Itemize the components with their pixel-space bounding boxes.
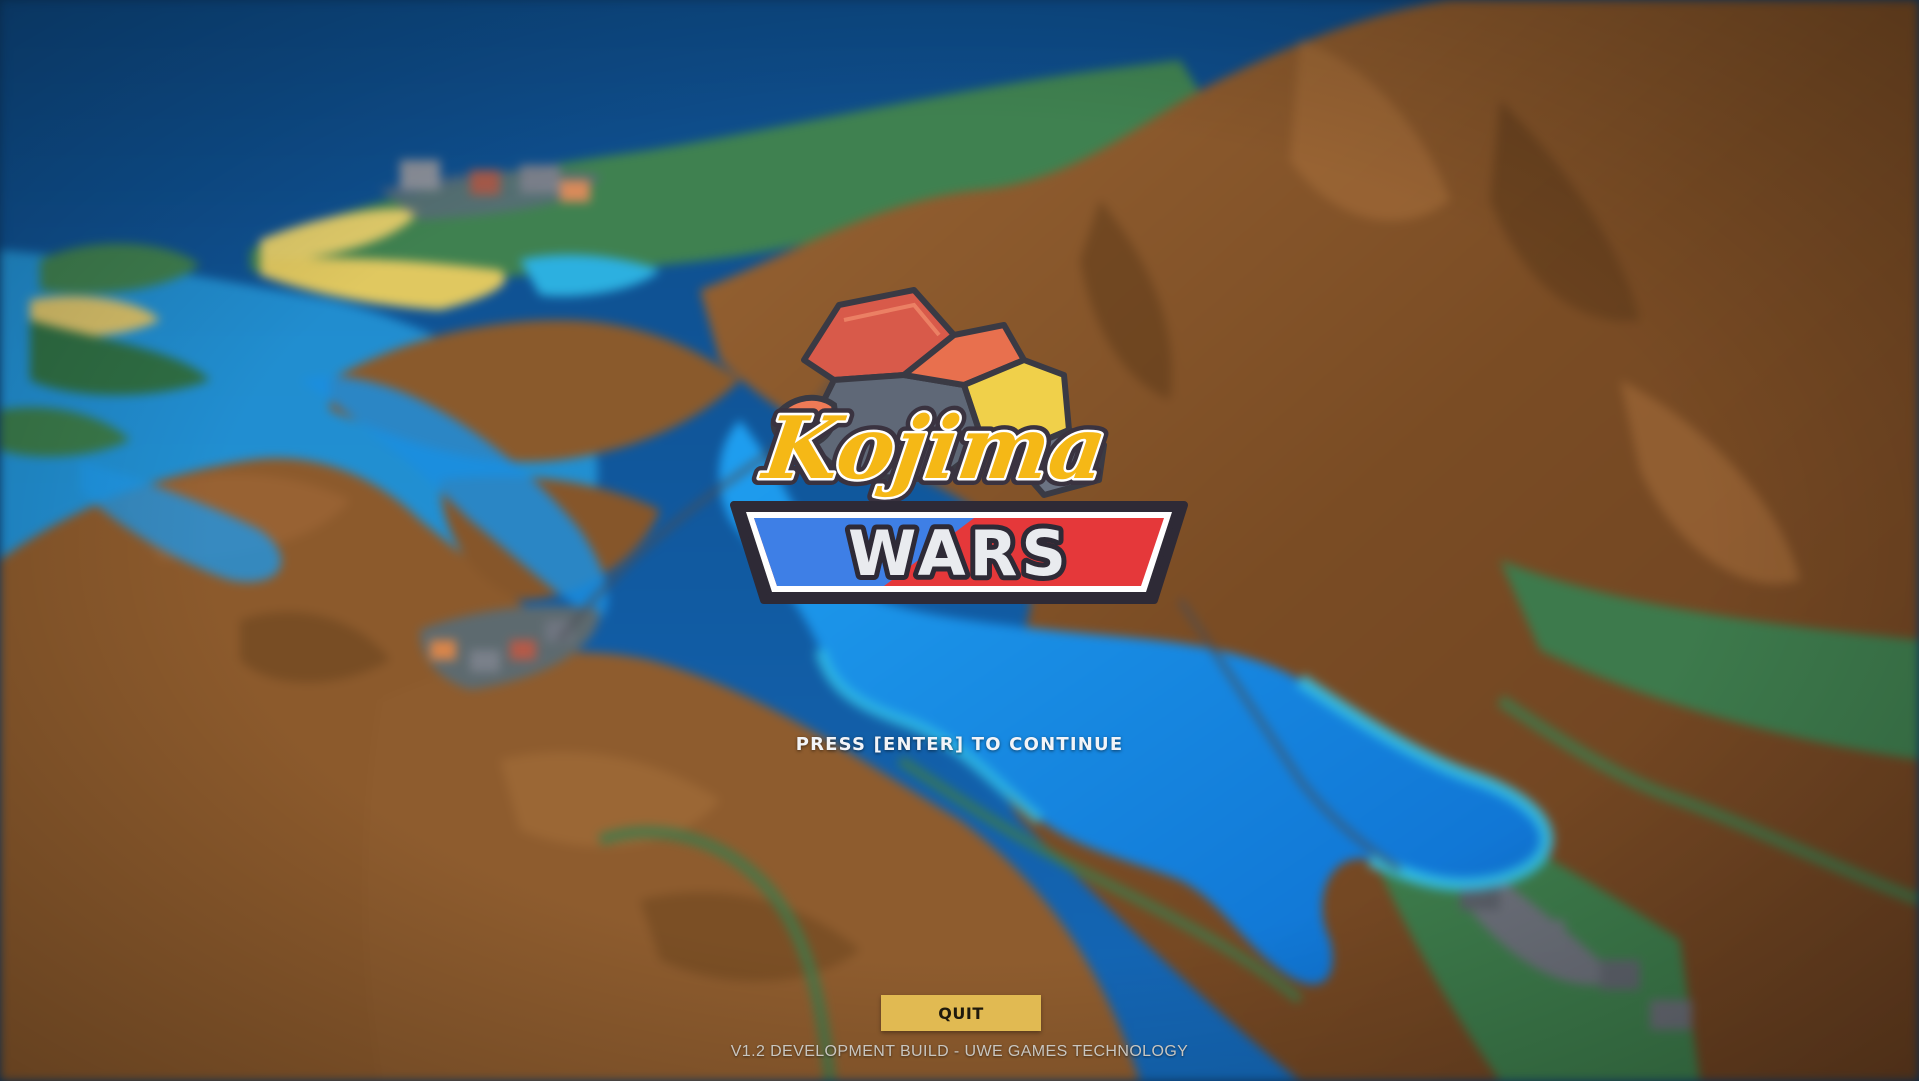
quit-button[interactable]: QUIT — [881, 995, 1041, 1031]
game-logo: Kojima Kojima Kojima WARS WARS — [724, 280, 1194, 615]
press-enter-prompt: PRESS [ENTER] TO CONTINUE — [795, 734, 1124, 755]
logo-title-top: Kojima Kojima Kojima — [748, 391, 1120, 506]
title-screen: Kojima Kojima Kojima WARS WARS PRESS [EN… — [0, 0, 1919, 1081]
logo-title-bottom: WARS — [848, 517, 1070, 590]
svg-text:Kojima: Kojima — [755, 398, 1113, 499]
version-info: V1.2 DEVELOPMENT BUILD - UWE GAMES TECHN… — [730, 1043, 1189, 1060]
logo-banner: WARS WARS — [730, 501, 1188, 604]
